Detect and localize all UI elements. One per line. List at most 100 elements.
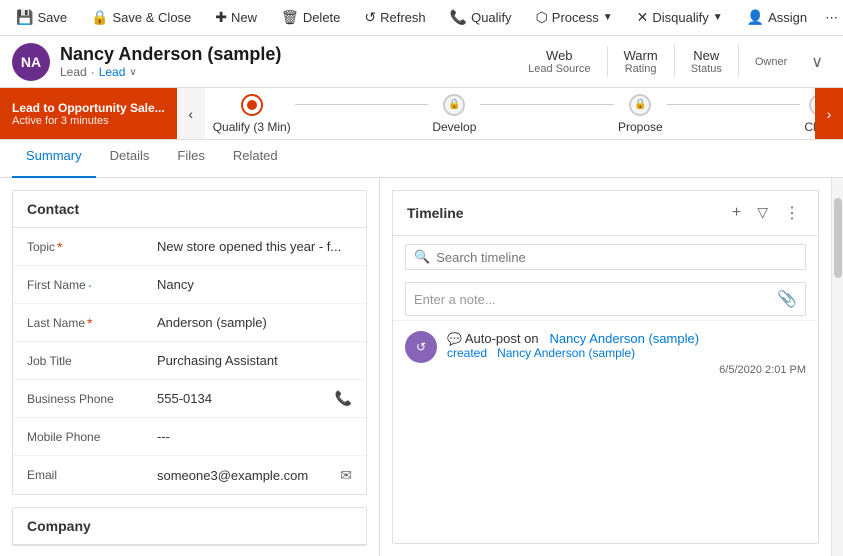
header-fields: Web Lead Source Warm Rating New Status O… <box>512 46 803 77</box>
firstname-optional-indicator: · <box>88 277 93 293</box>
record-subtitle: Lead · Lead ∨ <box>60 65 512 79</box>
entry-sub: created Nancy Anderson (sample) <box>447 346 806 360</box>
new-button[interactable]: ✚ New <box>207 5 265 30</box>
entry-sub-link[interactable]: Nancy Anderson (sample) <box>497 346 635 360</box>
field-row-jobtitle: Job Title Purchasing Assistant <box>13 342 366 380</box>
new-icon: ✚ <box>215 9 227 26</box>
topic-required-indicator: * <box>57 239 62 255</box>
tabs-bar: Summary Details Files Related <box>0 140 843 178</box>
jobtitle-label: Job Title <box>27 354 157 368</box>
qualify-icon: 📞 <box>450 9 467 26</box>
stage-propose-label: Propose <box>618 120 663 134</box>
contact-section: Contact Topic * New store opened this ye… <box>12 190 367 495</box>
timeline-search-input[interactable] <box>436 250 797 265</box>
toolbar: 💾 Save 🔒 Save & Close ✚ New 🗑 Delete ↺ R… <box>0 0 843 36</box>
save-button[interactable]: 💾 Save <box>8 5 75 30</box>
topic-label: Topic * <box>27 239 157 255</box>
email-send-icon[interactable]: ✉ <box>340 467 352 484</box>
timeline-header: Timeline + ▽ ⋮ <box>393 191 818 236</box>
field-row-email: Email someone3@example.com ✉ <box>13 456 366 494</box>
record-header: NA Nancy Anderson (sample) Lead · Lead ∨… <box>0 36 843 88</box>
left-panel: Contact Topic * New store opened this ye… <box>0 178 380 556</box>
lastname-required-indicator: * <box>87 315 92 331</box>
timeline-add-button[interactable]: + <box>728 201 745 225</box>
email-value[interactable]: someone3@example.com <box>157 468 332 483</box>
rating-label: Rating <box>624 63 658 75</box>
timeline-attach-icon[interactable]: 📎 <box>777 289 797 309</box>
entry-avatar: ↺ <box>405 331 437 363</box>
delete-button[interactable]: 🗑 Delete <box>273 5 348 30</box>
lastname-value[interactable]: Anderson (sample) <box>157 315 352 330</box>
entry-entity-link[interactable]: Nancy Anderson (sample) <box>549 331 699 346</box>
lead-source-label: Lead Source <box>528 63 590 75</box>
timeline-actions: + ▽ ⋮ <box>728 201 804 225</box>
status-value: New <box>691 48 722 63</box>
disqualify-icon: ✕ <box>637 9 649 26</box>
search-icon: 🔍 <box>414 249 430 265</box>
stage-propose[interactable]: 🔒 Propose <box>618 94 663 134</box>
stage-qualify-circle <box>241 94 263 116</box>
filter-icon: ▽ <box>757 204 768 220</box>
tab-summary[interactable]: Summary <box>12 140 96 178</box>
process-dropdown-icon: ▼ <box>603 12 613 23</box>
stages-container: Qualify (3 Min) 🔒 Develop 🔒 Propose 🔒 Cl… <box>205 94 843 134</box>
disqualify-dropdown-icon: ▼ <box>713 12 723 23</box>
email-label: Email <box>27 468 157 482</box>
scrollbar-thumb <box>834 198 842 278</box>
stage-develop[interactable]: 🔒 Develop <box>432 94 476 134</box>
lead-type-link[interactable]: Lead <box>99 65 126 79</box>
mobilephone-value[interactable]: --- <box>157 429 352 444</box>
record-type-label: Lead <box>60 65 87 79</box>
stage-qualify-label: Qualify (3 Min) <box>213 120 291 134</box>
timeline-note-placeholder[interactable]: Enter a note... <box>414 292 777 307</box>
jobtitle-value[interactable]: Purchasing Assistant <box>157 353 352 368</box>
stage-nav-right-button[interactable]: › <box>815 88 843 139</box>
right-panel: Timeline + ▽ ⋮ 🔍 Enter a <box>380 178 831 556</box>
stage-propose-circle: 🔒 <box>629 94 651 116</box>
stage-qualify[interactable]: Qualify (3 Min) <box>213 94 291 134</box>
assign-icon: 👤 <box>747 9 764 26</box>
lead-type-dropdown-icon[interactable]: ∨ <box>129 67 136 78</box>
more-icon: ⋯ <box>825 10 838 26</box>
save-close-button[interactable]: 🔒 Save & Close <box>83 5 199 30</box>
field-row-businessphone: Business Phone 555-0134 📞 <box>13 380 366 418</box>
stage-develop-circle: 🔒 <box>443 94 465 116</box>
tab-details[interactable]: Details <box>96 140 164 178</box>
lastname-label: Last Name * <box>27 315 157 331</box>
auto-post-icon: 💬 <box>447 332 462 346</box>
right-scrollbar[interactable] <box>831 178 843 556</box>
entry-title: 💬 Auto-post on Nancy Anderson (sample) <box>447 331 806 346</box>
timeline-more-button[interactable]: ⋮ <box>780 201 804 225</box>
topic-value[interactable]: New store opened this year - f... <box>157 239 352 254</box>
header-field-status: New Status <box>675 46 739 77</box>
disqualify-button[interactable]: ✕ Disqualify ▼ <box>629 5 731 30</box>
stage-connector-3 <box>667 104 801 105</box>
refresh-button[interactable]: ↺ Refresh <box>356 5 433 30</box>
stage-nav-left-button[interactable]: ‹ <box>177 88 205 139</box>
timeline-search-bar: 🔍 <box>405 244 806 270</box>
tab-files[interactable]: Files <box>163 140 218 178</box>
businessphone-label: Business Phone <box>27 392 157 406</box>
businessphone-value[interactable]: 555-0134 <box>157 391 327 406</box>
header-field-rating: Warm Rating <box>608 46 675 77</box>
timeline-filter-button[interactable]: ▽ <box>753 201 772 225</box>
avatar: NA <box>12 43 50 81</box>
header-info: Nancy Anderson (sample) Lead · Lead ∨ <box>60 44 512 79</box>
stage-promo-button[interactable]: Lead to Opportunity Sale... Active for 3… <box>0 88 177 139</box>
entry-body: 💬 Auto-post on Nancy Anderson (sample) c… <box>447 331 806 376</box>
header-field-lead-source: Web Lead Source <box>512 46 607 77</box>
more-options-button[interactable]: ⋯ <box>817 6 843 30</box>
stage-promo-sub: Active for 3 minutes <box>12 115 165 127</box>
main-content: Contact Topic * New store opened this ye… <box>0 178 843 556</box>
field-row-firstname: First Name · Nancy <box>13 266 366 304</box>
phone-call-icon[interactable]: 📞 <box>335 390 352 407</box>
company-section-header: Company <box>13 508 366 545</box>
field-row-mobilephone: Mobile Phone --- <box>13 418 366 456</box>
qualify-button[interactable]: 📞 Qualify <box>442 5 520 30</box>
tab-related[interactable]: Related <box>219 140 292 178</box>
header-expand-button[interactable]: ∨ <box>803 48 831 76</box>
assign-button[interactable]: 👤 Assign <box>739 5 815 30</box>
firstname-value[interactable]: Nancy <box>157 277 352 292</box>
process-button[interactable]: ⬡ Process ▼ <box>528 5 621 30</box>
company-section: Company <box>12 507 367 546</box>
